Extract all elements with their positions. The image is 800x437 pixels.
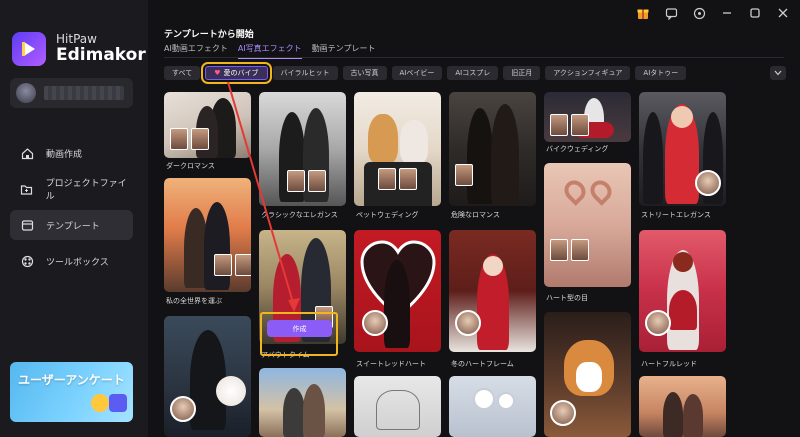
template-title: ハート型の目 [546,294,588,302]
chip-ai-cosplay[interactable]: AIコスプレ [447,66,499,80]
template-card-classic-elegance[interactable]: クラシックなエレガンス [259,92,346,222]
heart-icon: ♥ [214,69,221,77]
template-card-sketch[interactable] [354,376,441,437]
template-preview [354,230,441,352]
template-preview [639,376,726,437]
template-preview [354,376,441,437]
sidebar-item-label: テンプレート [46,221,100,232]
template-preview [544,163,631,287]
sidebar-item-toolbox[interactable]: ツールボックス [10,246,133,276]
home-icon [20,146,34,160]
sidebar-item-label: 動画作成 [46,149,83,160]
main-content: テンプレートから開始 AI動画エフェクト AI写真エフェクト 動画テンプレート … [148,0,800,437]
chip-viral-hit[interactable]: バイラルヒット [272,66,338,80]
template-preview [259,368,346,437]
sidebar-item-templates[interactable]: テンプレート [10,210,133,240]
template-title: ペットウェディング [356,211,419,219]
template-preview [544,312,631,437]
template-icon [20,218,34,232]
template-title: クラシックなエレガンス [261,211,338,219]
template-card-dark-romance[interactable]: ダークロマンス [164,92,251,172]
template-card-boy-portrait[interactable] [164,316,251,437]
template-card-bike-wedding[interactable]: バイクウェディング [544,92,631,156]
close-icon[interactable] [776,6,790,20]
user-name-blurred [44,86,124,100]
template-card-sunset[interactable] [639,376,726,437]
feedback-icon[interactable] [664,6,678,20]
template-card-winter-heart-frame[interactable]: 冬のハートフレーム [449,230,536,370]
template-card-astronaut[interactable] [449,376,536,437]
chevron-down-icon [774,70,782,76]
template-card-carry-my-world[interactable]: 私の全世界を運ぶ [164,178,251,308]
brand-name: Edimakor [56,45,146,66]
template-title: 危険なロマンス [451,211,500,219]
template-preview [164,316,251,437]
app-logo: HitPaw Edimakor [12,32,146,66]
avatar [16,83,36,103]
folder-icon [20,182,34,196]
template-card-city-couple[interactable] [259,368,346,437]
template-preview [259,92,346,206]
template-card-heartful-red[interactable]: ハートフルレッド [639,230,726,370]
chip-old-photo[interactable]: 古い写真 [342,66,387,80]
minimize-icon[interactable] [720,6,734,20]
template-card-dangerous-romance[interactable]: 危険なロマンス [449,92,536,222]
template-preview [449,92,536,206]
settings-icon[interactable] [692,6,706,20]
chip-lunar-new-year[interactable]: 旧正月 [503,66,541,80]
category-chips: すべて ♥ 愛のバイブ バイラルヒット 古い写真 AIベイビー AIコスプレ 旧正… [164,62,691,84]
chip-love-vibe[interactable]: ♥ 愛のバイブ [201,62,272,84]
template-preview [354,92,441,206]
template-card-pet-wedding[interactable]: ペットウェディング [354,92,441,222]
window-controls [622,6,790,20]
chip-all[interactable]: すべて [164,66,201,80]
chip-ai-baby[interactable]: AIベイビー [391,66,443,80]
sidebar-item-label: ツールボックス [46,257,109,268]
template-title: スイートレッドハート [356,360,426,368]
template-preview [639,230,726,352]
template-title: ストリートエレガンス [641,211,711,219]
play-icon [109,394,127,412]
template-preview [449,376,536,437]
tab-divider [164,57,784,58]
edimakor-logo-icon [12,32,46,66]
chip-action-figure[interactable]: アクションフィギュア [545,66,631,80]
sidebar-item-label: プロジェクトファイル [45,179,127,202]
template-title: 冬のハートフレーム [451,360,514,368]
template-title: 私の全世界を運ぶ [166,297,222,305]
sidebar: HitPaw Edimakor 動画作成 プロジェクトファイル テンプレート ツ… [0,0,148,437]
template-preview [544,92,631,142]
sidebar-item-project-files[interactable]: プロジェクトファイル [10,174,133,204]
template-preview [164,92,251,158]
sidebar-item-create-video[interactable]: 動画作成 [10,138,133,168]
user-account[interactable] [10,78,133,108]
toolbox-icon [20,254,34,268]
smile-emoji-icon [91,394,109,412]
template-card-corgi[interactable] [544,312,631,437]
chip-label: 愛のバイブ [223,69,259,77]
template-preview [449,230,536,352]
template-preview [639,92,726,206]
survey-banner[interactable]: ユーザーアンケート [10,362,133,422]
template-card-street-elegance[interactable]: ストリートエレガンス [639,92,726,222]
survey-banner-text: ユーザーアンケート [18,373,125,387]
template-title: バイクウェディング [546,145,609,153]
chips-expand-button[interactable] [770,66,786,80]
template-card-heart-eyes[interactable]: ハート型の目 [544,163,631,305]
template-title: ダークロマンス [166,162,215,170]
maximize-icon[interactable] [748,6,762,20]
template-preview [164,178,251,292]
create-button-highlight [260,312,338,356]
gift-icon[interactable] [636,6,650,20]
chip-ai-tattoo[interactable]: AIタトゥー [635,66,687,80]
template-card-sweet-red-heart[interactable]: スイートレッドハート [354,230,441,370]
page-title: テンプレートから開始 [164,30,254,40]
template-title: ハートフルレッド [641,360,697,368]
